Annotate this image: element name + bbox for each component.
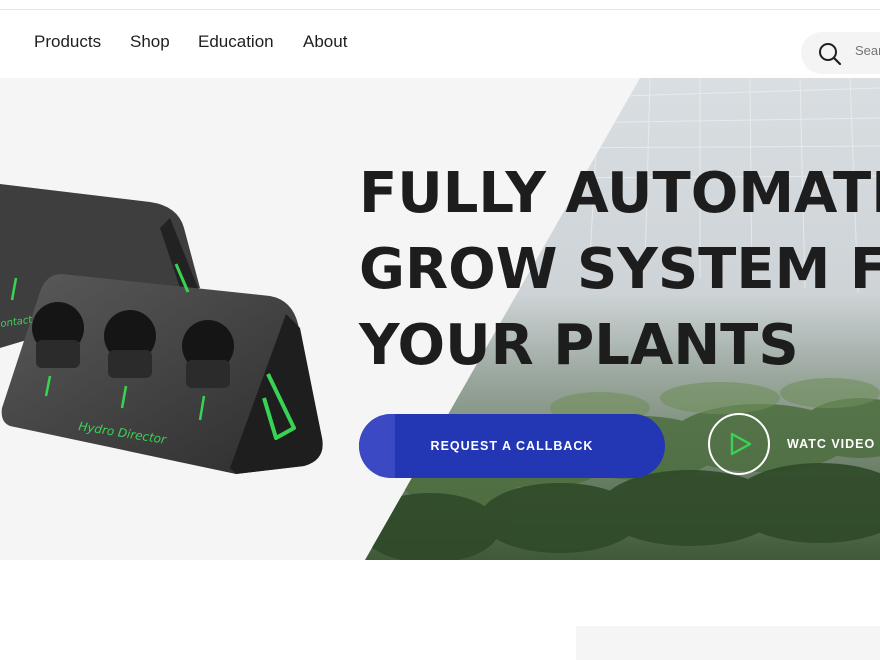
watch-video-link[interactable]: WATC VIDEO <box>787 437 875 451</box>
hero-section: Hydro Director Contact FULLY AUTOMATED G… <box>0 78 880 560</box>
hero-title-line-2: GROW SYSTEM FOR <box>359 237 880 302</box>
section-panel <box>576 626 880 660</box>
play-icon <box>730 432 752 456</box>
top-divider <box>0 0 880 10</box>
search-input[interactable] <box>853 42 880 59</box>
request-callback-label: REQUEST A CALLBACK <box>430 439 594 453</box>
navbar: Products Shop Education About <box>0 10 880 78</box>
hydro-director-device: Hydro Director Contact <box>0 184 323 474</box>
search-icon[interactable] <box>818 42 842 66</box>
nav-item-education[interactable]: Education <box>198 32 274 52</box>
hero-title-line-3: YOUR PLANTS <box>359 313 799 378</box>
search-box[interactable] <box>801 32 880 74</box>
nav-item-about[interactable]: About <box>303 32 347 52</box>
play-video-button[interactable] <box>708 413 770 475</box>
request-callback-button[interactable]: REQUEST A CALLBACK <box>359 414 665 478</box>
hero-title: FULLY AUTOMATED GROW SYSTEM FOR YOUR PLA… <box>359 156 880 384</box>
nav-item-products[interactable]: Products <box>34 32 101 52</box>
nav-item-shop[interactable]: Shop <box>130 32 170 52</box>
hero-title-line-1: FULLY AUTOMATED <box>359 161 880 226</box>
